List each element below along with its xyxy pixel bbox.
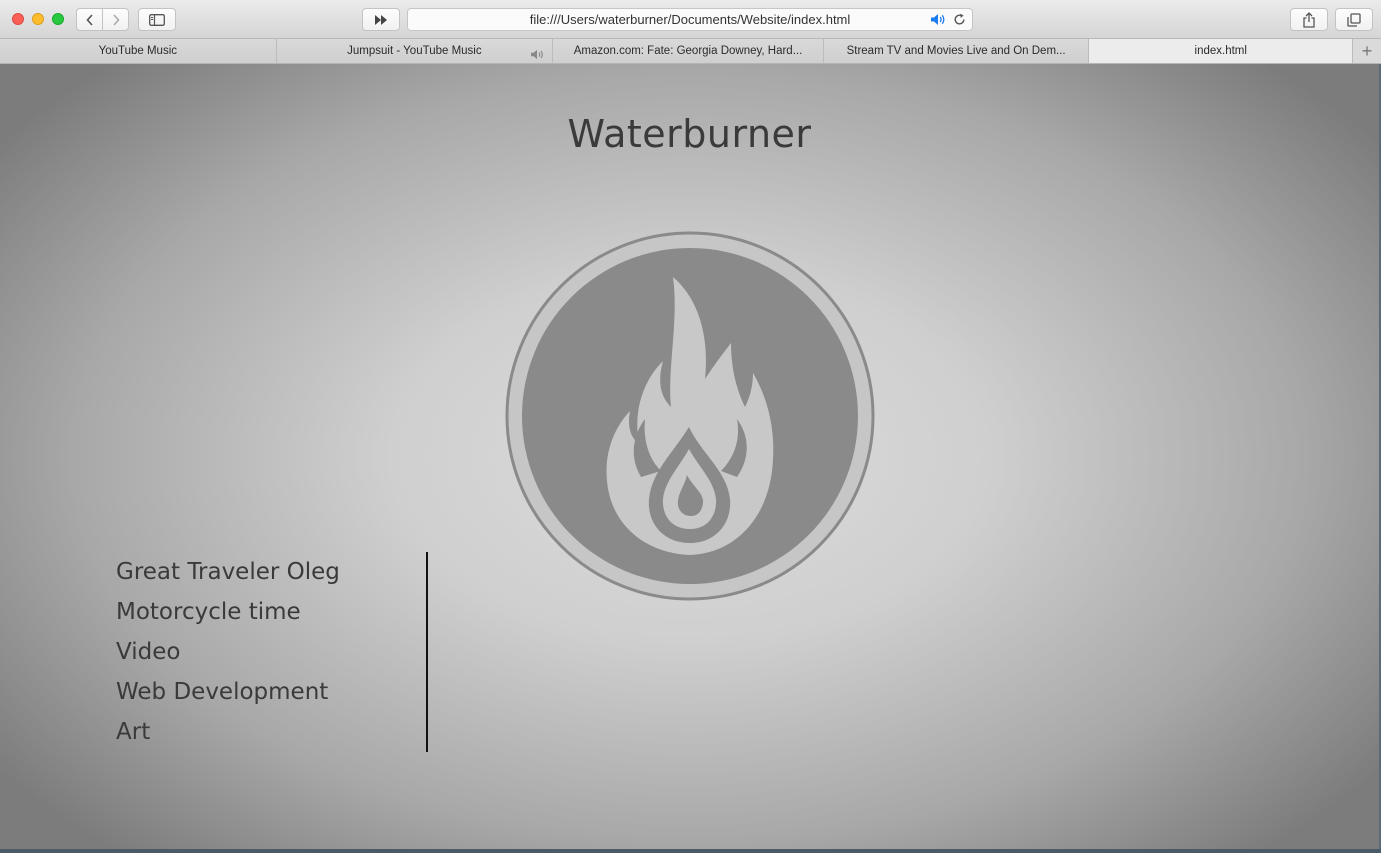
- tab-label: Amazon.com: Fate: Georgia Downey, Hard..…: [573, 45, 803, 57]
- history-nav: [76, 8, 129, 31]
- speaker-icon[interactable]: [530, 45, 545, 63]
- page-viewport: Waterburner Great Traveler Oleg Motorcyc…: [0, 64, 1379, 849]
- new-tab-button[interactable]: +: [1353, 39, 1381, 63]
- chevron-right-icon: [112, 13, 120, 26]
- forward-button[interactable]: [102, 9, 128, 30]
- nav-link-great-traveler-oleg[interactable]: Great Traveler Oleg: [116, 552, 426, 592]
- browser-window: file:///Users/waterburner/Documents/Webs…: [0, 0, 1381, 853]
- nav-link-video[interactable]: Video: [116, 632, 426, 672]
- flame-logo-icon: [505, 231, 875, 601]
- tab-label: Stream TV and Movies Live and On Dem...: [846, 45, 1066, 57]
- fast-forward-icon: [375, 14, 387, 25]
- minimize-window-button[interactable]: [32, 13, 44, 25]
- maximize-window-button[interactable]: [52, 13, 64, 25]
- back-button[interactable]: [77, 9, 102, 30]
- tab-jumpsuit[interactable]: Jumpsuit - YouTube Music: [276, 39, 554, 63]
- nav-link-art[interactable]: Art: [116, 712, 426, 752]
- sidebar-icon: [149, 13, 165, 26]
- address-bar[interactable]: file:///Users/waterburner/Documents/Webs…: [407, 8, 973, 31]
- tab-amazon[interactable]: Amazon.com: Fate: Georgia Downey, Hard..…: [553, 39, 824, 63]
- reload-icon[interactable]: [953, 13, 966, 31]
- page-title: Waterburner: [567, 112, 812, 156]
- plus-icon: +: [1361, 40, 1373, 61]
- tabs-overview-icon: [1347, 12, 1361, 27]
- share-icon: [1303, 11, 1315, 28]
- tab-label: YouTube Music: [98, 45, 177, 57]
- skip-forward-button[interactable]: [362, 8, 400, 31]
- desktop-edge: [0, 849, 1381, 853]
- nav-link-motorcycle-time[interactable]: Motorcycle time: [116, 592, 426, 632]
- sidebar-button[interactable]: [138, 8, 176, 31]
- site-nav: Great Traveler Oleg Motorcycle time Vide…: [116, 552, 428, 752]
- tab-label: index.html: [1194, 45, 1247, 57]
- nav-link-web-development[interactable]: Web Development: [116, 672, 426, 712]
- tab-stream-tv[interactable]: Stream TV and Movies Live and On Dem...: [823, 39, 1090, 63]
- close-window-button[interactable]: [12, 13, 24, 25]
- browser-toolbar: file:///Users/waterburner/Documents/Webs…: [0, 0, 1381, 39]
- tab-overview-button[interactable]: [1335, 8, 1373, 31]
- tab-bar: YouTube Music Jumpsuit - YouTube Music A…: [0, 39, 1381, 64]
- tab-index-html[interactable]: index.html: [1089, 39, 1354, 63]
- address-url[interactable]: file:///Users/waterburner/Documents/Webs…: [408, 9, 972, 30]
- speaker-icon[interactable]: [930, 13, 946, 31]
- chevron-left-icon: [85, 13, 93, 26]
- share-button[interactable]: [1290, 8, 1328, 31]
- tab-label: Jumpsuit - YouTube Music: [347, 45, 482, 57]
- tab-youtube-music[interactable]: YouTube Music: [0, 39, 277, 63]
